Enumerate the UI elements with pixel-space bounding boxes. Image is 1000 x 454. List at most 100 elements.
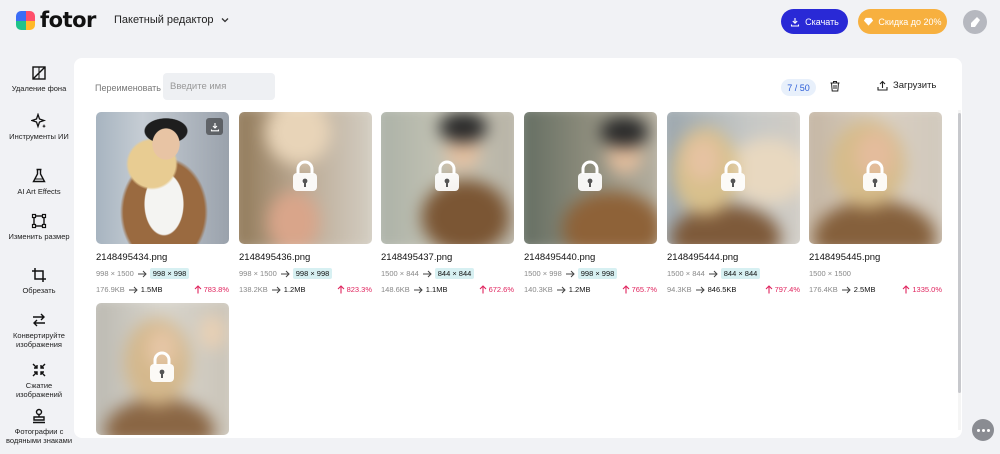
size-row: 148.6KB 1.1MB 672.6% [381, 284, 514, 295]
arrow-right-icon [841, 286, 851, 293]
old-dimensions: 1500 × 844 [381, 269, 419, 278]
new-dimensions: 844 × 844 [434, 268, 475, 279]
sidebar-item-ai-art-effects[interactable]: AI Art Effects [4, 168, 74, 197]
more-options-button[interactable] [972, 419, 994, 441]
size-increase-value: 797.4% [774, 285, 800, 294]
new-size: 1.1MB [425, 285, 448, 294]
lock-icon [721, 160, 745, 191]
image-counter: 7 / 50 [787, 82, 810, 93]
image-card[interactable]: 2148495434.png 998 × 1500 998 × 998 176.… [96, 112, 229, 295]
rename-input[interactable]: Введите имя [163, 73, 275, 100]
size-row: 138.2KB 1.2MB 823.3% [239, 284, 372, 295]
scrollbar-thumb[interactable] [958, 113, 961, 393]
discount-label: Скидка до 20% [878, 16, 942, 27]
old-size: 176.4KB [809, 285, 838, 294]
sidebar-item-convert[interactable]: Конвертируйте изображения [4, 312, 74, 349]
ai-tools-icon [31, 113, 47, 129]
old-size: 138.2KB [239, 285, 268, 294]
old-dimensions: 998 × 1500 [96, 269, 134, 278]
download-image-button[interactable] [206, 118, 223, 135]
size-increase-value: 672.6% [488, 285, 514, 294]
brand-name: fotor [40, 8, 96, 32]
image-thumbnail[interactable] [96, 112, 229, 244]
dot-icon [976, 428, 980, 432]
arrow-right-icon [556, 286, 566, 293]
editor-mode-label: Пакетный редактор [114, 14, 214, 26]
rename-label: Переименовать [95, 83, 161, 93]
dot-icon [986, 428, 990, 432]
sidebar-item-crop[interactable]: Обрезать [4, 267, 74, 296]
size-increase-value: 823.3% [346, 285, 372, 294]
arrow-up-icon [622, 285, 629, 294]
old-dimensions: 1500 × 844 [667, 269, 705, 278]
old-dimensions: 1500 × 998 [524, 269, 562, 278]
file-name: 2148495436.png [239, 252, 311, 263]
sidebar-item-resize[interactable]: Изменить размер [4, 213, 74, 242]
file-name: 2148495434.png [96, 252, 168, 263]
arrow-right-icon [695, 286, 705, 293]
sidebar-item-watermark[interactable]: Фотографии с водяными знаками [4, 408, 74, 445]
logo-mark-icon [16, 11, 35, 30]
arrow-up-icon [479, 285, 486, 294]
old-size: 94.3KB [667, 285, 692, 294]
lock-icon [150, 351, 174, 382]
sidebar-item-label: Удаление фона [11, 84, 67, 93]
lock-icon [293, 160, 317, 191]
image-card[interactable]: 2148495444.png 1500 × 844 844 × 844 94.3… [667, 112, 800, 295]
dimensions-row: 1500 × 844 844 × 844 [381, 268, 514, 279]
dot-icon [981, 428, 985, 432]
image-card[interactable]: 2148495436.png 998 × 1500 998 × 998 138.… [239, 112, 372, 295]
sidebar-item-label: Сжатие изображений [15, 381, 63, 399]
arrow-right-icon [137, 270, 147, 277]
file-name: 2148495445.png [809, 252, 881, 263]
sidebar-item-label: AI Art Effects [17, 187, 61, 196]
image-thumbnail[interactable] [381, 112, 514, 244]
image-card[interactable]: 2148495437.png 1500 × 844 844 × 844 148.… [381, 112, 514, 295]
size-increase-value: 1335.0% [912, 285, 942, 294]
image-card[interactable] [96, 303, 229, 435]
dimensions-row: 998 × 1500 998 × 998 [96, 268, 229, 279]
old-size: 148.6KB [381, 285, 410, 294]
sidebar-item-label: Изменить размер [8, 232, 70, 241]
arrow-up-icon [765, 285, 772, 294]
new-size: 846.5KB [707, 285, 737, 294]
size-increase-value: 783.8% [203, 285, 229, 294]
upload-icon [877, 80, 888, 91]
arrow-right-icon [413, 286, 423, 293]
convert-icon [33, 313, 45, 327]
new-dimensions: 998 × 998 [149, 268, 190, 279]
lock-icon [863, 160, 887, 191]
sidebar-item-remove-background[interactable]: Удаление фона [4, 65, 74, 94]
image-thumbnail[interactable] [96, 303, 229, 435]
image-thumbnail[interactable] [524, 112, 657, 244]
discount-button[interactable]: Скидка до 20% [858, 9, 947, 34]
upload-button[interactable]: Загрузить [877, 80, 936, 91]
new-size: 1.2MB [283, 285, 306, 294]
image-counter-badge: 7 / 50 [781, 79, 816, 96]
image-thumbnail[interactable] [809, 112, 942, 244]
sidebar-item-label: Инструменты ИИ [9, 132, 69, 141]
new-dimensions: 998 × 998 [577, 268, 618, 279]
user-avatar[interactable] [963, 10, 987, 34]
image-card[interactable]: 2148495440.png 1500 × 998 998 × 998 140.… [524, 112, 657, 295]
arrow-right-icon [128, 286, 138, 293]
old-size: 176.9KB [96, 285, 125, 294]
image-thumbnail[interactable] [667, 112, 800, 244]
image-thumbnail[interactable] [239, 112, 372, 244]
new-dimensions: 844 × 844 [720, 268, 761, 279]
file-name: 2148495440.png [524, 252, 596, 263]
editor-mode-dropdown[interactable]: Пакетный редактор [114, 14, 230, 26]
sidebar-item-ai-tools[interactable]: Инструменты ИИ [4, 113, 74, 142]
trash-icon[interactable] [829, 80, 841, 92]
download-button[interactable]: Скачать [781, 9, 848, 34]
size-row: 140.3KB 1.2MB 765.7% [524, 284, 657, 295]
lock-icon [578, 160, 602, 191]
arrow-right-icon [271, 286, 281, 293]
ai-art-effects-icon [32, 168, 46, 183]
rename-placeholder: Введите имя [170, 81, 227, 92]
fotor-logo[interactable]: fotor [16, 10, 96, 31]
sidebar-item-label: Конвертируйте изображения [13, 331, 65, 349]
size-increase: 797.4% [765, 285, 800, 294]
sidebar-item-compress[interactable]: Сжатие изображений [4, 362, 74, 399]
image-card[interactable]: 2148495445.png 1500 × 1500 176.4KB 2.5MB… [809, 112, 942, 295]
